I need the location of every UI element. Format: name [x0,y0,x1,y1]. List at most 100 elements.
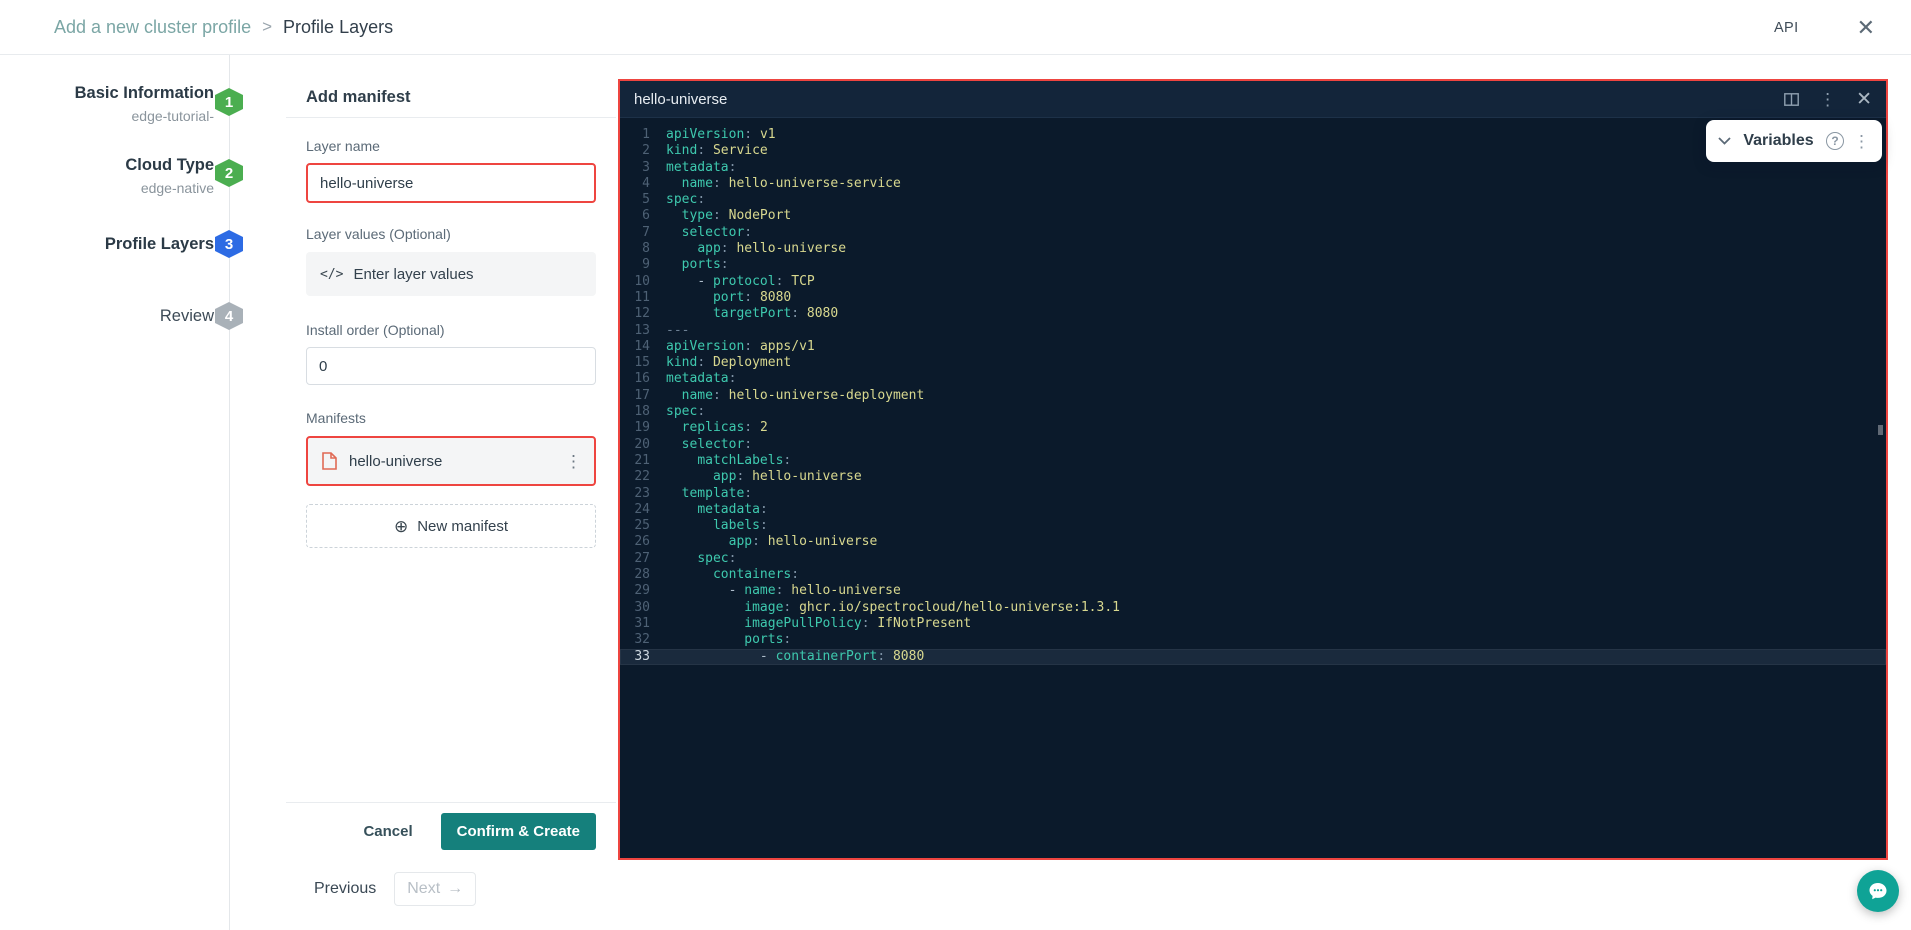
new-manifest-button[interactable]: ⊕ New manifest [306,504,596,548]
line-number: 7 [620,225,666,241]
line-content: - name: hello-universe [666,583,901,599]
code-line[interactable]: 27 spec: [620,551,1886,567]
line-content: kind: Deployment [666,355,791,371]
code-line[interactable]: 14apiVersion: apps/v1 [620,339,1886,355]
line-content: selector: [666,225,752,241]
code-line[interactable]: 30 image: ghcr.io/spectrocloud/hello-uni… [620,600,1886,616]
line-number: 4 [620,176,666,192]
next-button[interactable]: Next → [394,872,476,906]
step-label: Review [0,307,214,326]
variables-more-options-icon[interactable]: ⋮ [1853,133,1870,150]
layer-name-input[interactable] [306,163,596,203]
line-number: 29 [620,583,666,599]
code-line[interactable]: 7 selector: [620,225,1886,241]
line-number: 1 [620,127,666,143]
line-content: labels: [666,518,768,534]
line-content: app: hello-universe [666,534,877,550]
code-line[interactable]: 9 ports: [620,257,1886,273]
code-line[interactable]: 21 matchLabels: [620,453,1886,469]
code-line[interactable]: 16metadata: [620,371,1886,387]
chevron-down-icon[interactable] [1718,137,1731,145]
line-content: - containerPort: 8080 [666,649,924,665]
manifest-file-icon [322,452,337,470]
close-wizard-icon[interactable]: ✕ [1857,17,1875,39]
code-line[interactable]: 24 metadata: [620,502,1886,518]
stepper-step-cloud-type[interactable]: Cloud Type edge-native [0,156,214,196]
code-line[interactable]: 8 app: hello-universe [620,241,1886,257]
line-number: 5 [620,192,666,208]
help-icon[interactable]: ? [1826,132,1844,150]
line-content: kind: Service [666,143,768,159]
line-content: image: ghcr.io/spectrocloud/hello-univer… [666,600,1120,616]
step-badge-2[interactable]: 2 [215,159,243,187]
install-order-input[interactable] [306,347,596,385]
step-sublabel: edge-tutorial- [0,108,214,124]
help-chat-button[interactable] [1857,870,1899,912]
manifest-more-options-icon[interactable]: ⋮ [565,453,582,470]
code-line[interactable]: 4 name: hello-universe-service [620,176,1886,192]
line-number: 18 [620,404,666,420]
code-line[interactable]: 29 - name: hello-universe [620,583,1886,599]
line-number: 33 [620,649,666,665]
stepper-step-basic-information[interactable]: Basic Information edge-tutorial- [0,84,214,124]
line-content: name: hello-universe-service [666,176,901,192]
code-line[interactable]: 17 name: hello-universe-deployment [620,388,1886,404]
stepper-step-review[interactable]: Review [0,307,214,326]
confirm-create-button[interactable]: Confirm & Create [441,813,596,850]
enter-layer-values-button[interactable]: </> Enter layer values [306,252,596,296]
code-line[interactable]: 12 targetPort: 8080 [620,306,1886,322]
breadcrumb-wizard-title[interactable]: Add a new cluster profile [54,17,251,38]
line-content: targetPort: 8080 [666,306,838,322]
line-content: port: 8080 [666,290,791,306]
editor-scrollbar-marker[interactable] [1878,425,1883,435]
code-line[interactable]: 32 ports: [620,632,1886,648]
step-label: Cloud Type [0,156,214,175]
panel-title: Add manifest [286,78,616,118]
previous-button[interactable]: Previous [314,880,376,898]
cancel-button[interactable]: Cancel [363,823,412,840]
code-line[interactable]: 10 - protocol: TCP [620,274,1886,290]
variables-panel: Variables ? ⋮ [1706,120,1882,162]
line-number: 17 [620,388,666,404]
step-badge-4[interactable]: 4 [215,302,243,330]
code-line[interactable]: 31 imagePullPolicy: IfNotPresent [620,616,1886,632]
code-line[interactable]: 28 containers: [620,567,1886,583]
step-badge-1[interactable]: 1 [215,88,243,116]
code-lines[interactable]: 1apiVersion: v12kind: Service3metadata:4… [620,118,1886,665]
line-number: 24 [620,502,666,518]
api-button[interactable]: API [1774,20,1799,36]
line-number: 15 [620,355,666,371]
top-header: Add a new cluster profile > Profile Laye… [0,0,1911,55]
stepper-step-profile-layers[interactable]: Profile Layers [0,235,214,254]
code-line[interactable]: 3metadata: [620,160,1886,176]
split-view-icon[interactable] [1784,93,1799,106]
line-number: 8 [620,241,666,257]
manifest-item-hello-universe[interactable]: hello-universe ⋮ [306,436,596,486]
code-line[interactable]: 22 app: hello-universe [620,469,1886,485]
code-line[interactable]: 11 port: 8080 [620,290,1886,306]
line-content: template: [666,486,752,502]
line-content: ports: [666,257,729,273]
code-line[interactable]: 26 app: hello-universe [620,534,1886,550]
code-line[interactable]: 2kind: Service [620,143,1886,159]
line-number: 11 [620,290,666,306]
code-line[interactable]: 25 labels: [620,518,1886,534]
code-line[interactable]: 23 template: [620,486,1886,502]
code-line[interactable]: 20 selector: [620,437,1886,453]
line-content: app: hello-universe [666,469,862,485]
code-line[interactable]: 13--- [620,323,1886,339]
line-number: 2 [620,143,666,159]
line-number: 21 [620,453,666,469]
step-badge-3[interactable]: 3 [215,230,243,258]
code-line[interactable]: 6 type: NodePort [620,208,1886,224]
code-line[interactable]: 5spec: [620,192,1886,208]
variables-label[interactable]: Variables [1740,132,1817,150]
code-line[interactable]: 1apiVersion: v1 [620,127,1886,143]
editor-more-options-icon[interactable]: ⋮ [1819,91,1836,108]
editor-close-icon[interactable]: ✕ [1856,90,1872,109]
code-line[interactable]: 18spec: [620,404,1886,420]
code-line[interactable]: 19 replicas: 2 [620,420,1886,436]
code-line[interactable]: 15kind: Deployment [620,355,1886,371]
line-content: metadata: [666,160,736,176]
code-line[interactable]: 33 - containerPort: 8080 [620,649,1886,665]
